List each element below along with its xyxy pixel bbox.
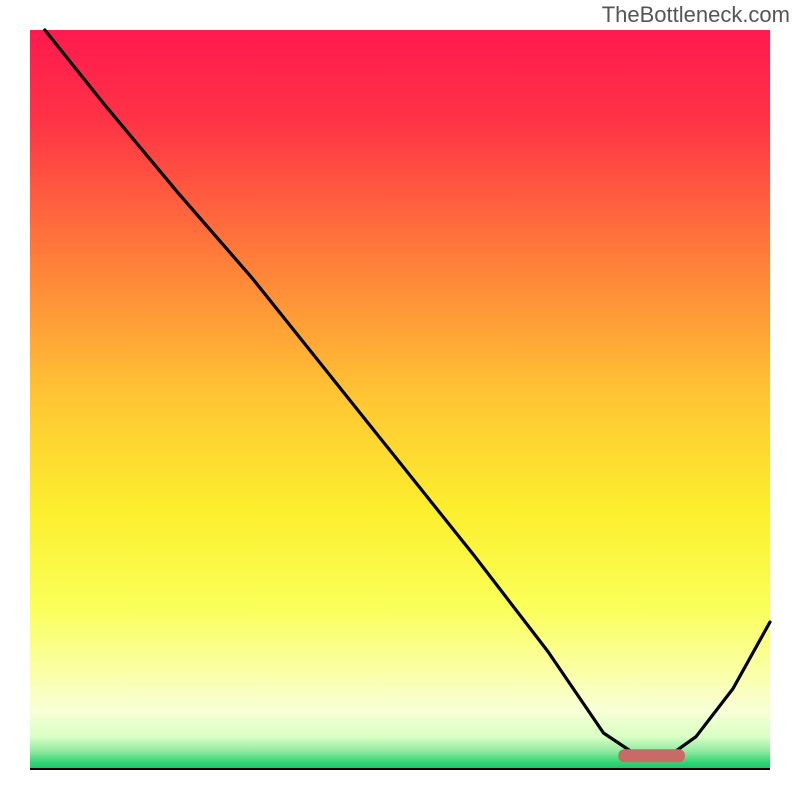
chart-container: { "watermark": "TheBottleneck.com", "cha… xyxy=(0,0,800,800)
watermark-text: TheBottleneck.com xyxy=(602,2,790,28)
bottleneck-chart xyxy=(0,0,800,800)
baseline xyxy=(30,768,770,770)
target-marker xyxy=(618,749,685,762)
chart-background xyxy=(30,30,770,770)
